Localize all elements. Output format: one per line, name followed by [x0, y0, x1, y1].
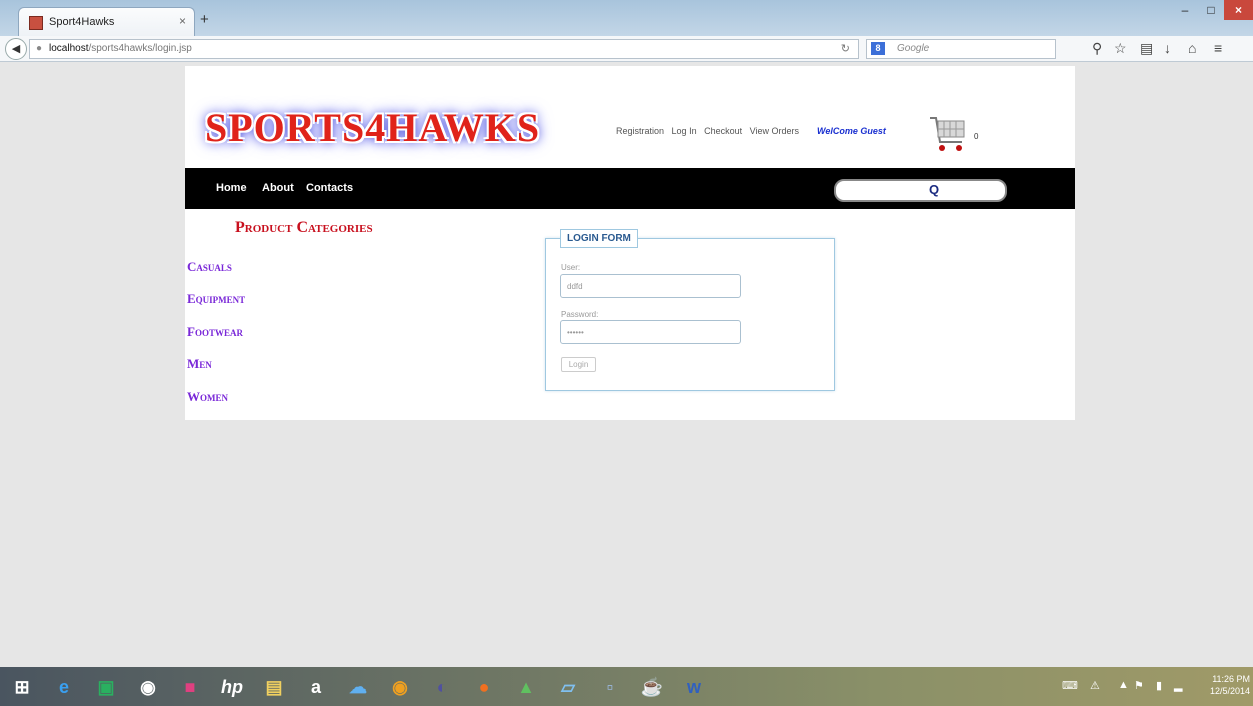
- tray-expand-icon[interactable]: ▲: [1118, 679, 1129, 691]
- category-casuals[interactable]: Casuals: [187, 259, 232, 275]
- category-equipment[interactable]: Equipment: [187, 291, 245, 307]
- word-icon[interactable]: w: [678, 671, 710, 703]
- tab-title: Sport4Hawks: [49, 16, 115, 28]
- photos-app-icon[interactable]: ■: [174, 671, 206, 703]
- shopping-cart-icon[interactable]: [928, 114, 970, 156]
- amazon-icon[interactable]: a: [300, 671, 332, 703]
- app-frog-icon[interactable]: ▲: [510, 671, 542, 703]
- notes-app-icon[interactable]: ▱: [552, 671, 584, 703]
- checkout-link[interactable]: Checkout: [704, 126, 742, 136]
- battery-icon[interactable]: ▮: [1156, 679, 1162, 692]
- category-men[interactable]: Men: [187, 356, 212, 372]
- cart-count: 0: [974, 132, 979, 141]
- start-button-icon[interactable]: ⊞: [6, 671, 38, 703]
- nav-home[interactable]: Home: [216, 182, 247, 194]
- search-button-icon[interactable]: Q: [929, 182, 939, 197]
- back-button[interactable]: ◀: [5, 38, 27, 60]
- eclipse-icon[interactable]: ◐: [426, 671, 458, 703]
- firefox-icon[interactable]: ●: [468, 671, 500, 703]
- registration-link[interactable]: Registration: [616, 126, 664, 136]
- welcome-text: WelCome Guest: [817, 126, 886, 136]
- browser-search-input[interactable]: 8 Google: [866, 39, 1056, 59]
- category-women[interactable]: Women: [187, 389, 228, 405]
- user-input[interactable]: ddfd: [560, 274, 741, 298]
- home-icon[interactable]: ⌂: [1188, 40, 1196, 56]
- favicon-icon: [29, 16, 43, 30]
- hp-icon[interactable]: hp: [216, 671, 248, 703]
- bookmark-star-icon[interactable]: ☆: [1114, 40, 1127, 57]
- site-logo[interactable]: SPORTS4HAWKS: [205, 104, 540, 151]
- login-link[interactable]: Log In: [672, 126, 697, 136]
- address-bar[interactable]: ● localhost/sports4hawks/login.jsp ↻: [29, 39, 859, 59]
- site-search-input[interactable]: Q: [834, 179, 1007, 202]
- user-label: User:: [561, 263, 581, 272]
- new-tab-button[interactable]: +: [200, 11, 209, 28]
- notification-icon[interactable]: ⚠: [1090, 679, 1100, 692]
- page-viewport: SPORTS4HAWKS Registration Log In Checkou…: [0, 62, 1253, 667]
- url-text: localhost/sports4hawks/login.jsp: [49, 43, 192, 54]
- reading-list-icon[interactable]: ▤: [1140, 40, 1153, 57]
- close-window-button[interactable]: ×: [1224, 0, 1253, 20]
- menu-icon[interactable]: ≡: [1214, 40, 1222, 56]
- windows-taskbar: ⊞ e ▣ ◉ ■ hp ▤ a ☁ ◉ ◐ ● ▲ ▱ ▫ ☕ w ⌨ ⚠ ▲…: [0, 667, 1253, 706]
- cloud-app-icon[interactable]: ☁: [342, 671, 374, 703]
- chrome-icon[interactable]: ◉: [384, 671, 416, 703]
- category-footwear[interactable]: Footwear: [187, 324, 243, 340]
- globe-icon: ●: [36, 43, 43, 54]
- maximize-button[interactable]: □: [1198, 0, 1224, 20]
- file-explorer-icon[interactable]: ▤: [258, 671, 290, 703]
- download-icon[interactable]: ↓: [1164, 40, 1171, 56]
- google-icon: 8: [871, 42, 885, 55]
- media-icon[interactable]: ◉: [132, 671, 164, 703]
- document-app-icon[interactable]: ▫: [594, 671, 626, 703]
- browser-navbar: ◀ ● localhost/sports4hawks/login.jsp ↻ 8…: [0, 36, 1253, 62]
- search-icon[interactable]: ⚲: [1092, 40, 1102, 57]
- login-button[interactable]: Login: [561, 357, 596, 372]
- login-form: LOGIN FORM User: ddfd Password: •••••• L…: [545, 229, 835, 391]
- categories-heading: Product Categories: [235, 219, 373, 236]
- java-icon[interactable]: ☕: [636, 671, 668, 703]
- browser-titlebar: Sport4Hawks × + – □ ×: [0, 0, 1253, 37]
- signal-icon[interactable]: ▂: [1174, 679, 1182, 692]
- minimize-button[interactable]: –: [1172, 0, 1198, 20]
- search-placeholder: Google: [897, 43, 930, 54]
- keyboard-icon[interactable]: ⌨: [1062, 679, 1078, 692]
- browser-tab[interactable]: Sport4Hawks ×: [18, 7, 195, 37]
- internet-explorer-icon[interactable]: e: [48, 671, 80, 703]
- password-input[interactable]: ••••••: [560, 320, 741, 344]
- clock-date: 12/5/2014: [1210, 686, 1251, 696]
- tab-close-icon[interactable]: ×: [179, 14, 186, 28]
- clock-time: 11:26 PM: [1212, 674, 1251, 684]
- top-links: Registration Log In Checkout View Orders: [616, 126, 804, 136]
- reload-icon[interactable]: ↻: [841, 42, 850, 55]
- password-label: Password:: [561, 310, 599, 319]
- store-icon[interactable]: ▣: [90, 671, 122, 703]
- login-form-legend: LOGIN FORM: [560, 229, 638, 248]
- site-container: SPORTS4HAWKS Registration Log In Checkou…: [185, 66, 1075, 420]
- tray-clock[interactable]: 11:26 PM 12/5/2014: [1210, 673, 1250, 697]
- view-orders-link[interactable]: View Orders: [750, 126, 799, 136]
- flag-icon[interactable]: ⚑: [1134, 679, 1144, 692]
- nav-about[interactable]: About: [262, 182, 294, 194]
- nav-contacts[interactable]: Contacts: [306, 182, 353, 194]
